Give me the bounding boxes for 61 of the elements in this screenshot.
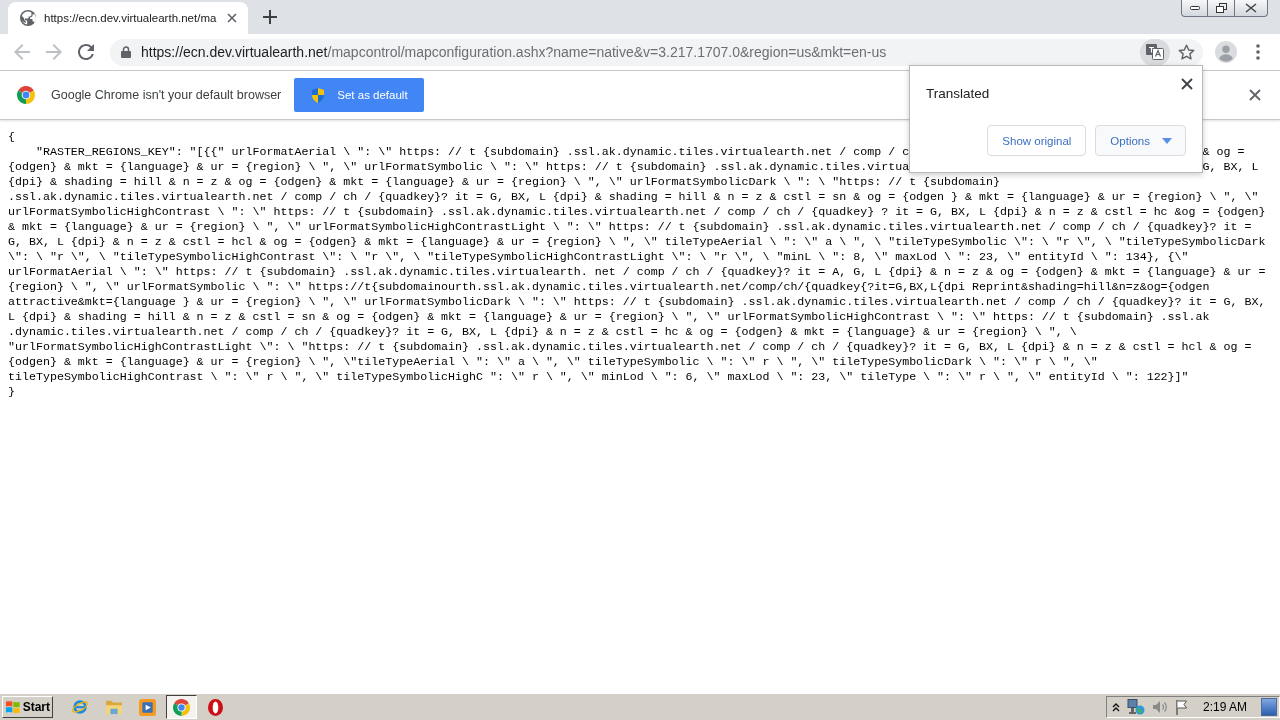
code-text: tileTypeSymbolicHighContrast \ ": \" r \ ", \" tileTypeSymbolicHighC ": \" r \ ", \" minLod \ ": 6, \" maxLod \ ": 23, \" tileType \ ": \" r \ ", \" entityId \ ": 122}]" — [8, 370, 1189, 383]
network-icon[interactable] — [1127, 699, 1145, 715]
code-text: "RASTER_REGIONS_KEY": "[{{" urlFormatAerial \ ": \" https: // t {subdomain} .ssl.ak.dynamic.tiles.virtualearth.net / comp / c — [35, 144, 910, 159]
code-text: urlFormatSymbolicHighContrast \ ": \" https: // t {subdomain} .ssl.ak.dynamic.tiles.virtualearth.net / comp / ch / {quadkey} ? it = G, BX, L {dpi} & n = z & cstl = hc &og = {odgen} — [8, 205, 1266, 218]
code-text: G, BX, L {dpi} & n = z & cstl = hcl & og = {odgen} & mkt = {language} & ur = {region} \ ", \" tileTypeAerial \ ": \" a \ ", \ "tileTypeSymbolic \": \ "r \", \ "tileTypeSymbolicDark — [8, 235, 1266, 248]
restore-icon — [1215, 3, 1227, 13]
close-icon[interactable] — [1249, 89, 1261, 101]
close-icon[interactable] — [1181, 78, 1193, 90]
start-button[interactable]: Start — [2, 696, 53, 718]
chrome-logo-icon — [17, 86, 35, 104]
windows-flag-icon — [5, 699, 21, 715]
code-text: { — [8, 130, 15, 143]
shield-icon — [310, 87, 327, 103]
window-close-button[interactable] — [1235, 0, 1268, 17]
clock-text: 2:19 AM — [1203, 700, 1248, 714]
close-icon[interactable] — [227, 13, 238, 23]
code-text: } — [8, 385, 15, 398]
media-player-icon — [139, 698, 156, 716]
code-text: & og = — [1202, 144, 1245, 159]
close-icon — [1245, 3, 1257, 13]
up-chevron-icon[interactable] — [1112, 702, 1120, 712]
code-text: "urlFormatSymbolicHighContrastLight \": \ "https: // t {subdomain} .ssl.ak.dynamic.tiles.virtualearth.net / comp / ch / {quadkey}? it = G, BX, L {dpi} & n = z & cstl = hcl & og = — [8, 340, 1252, 353]
url-text: https://ecn.dev.virtualearth.net/mapcontrol/mapconfiguration.ashx?name=native&v=3.217.1707.0&region=us&mkt=en-us — [141, 44, 887, 60]
code-text: L {dpi} & shading = hill & n = z & cstl = sn & og = {odgen} & mkt = {language} & ur = {region} \ ", \" urlFormatSymbolicHighContrast \ ": \" https: // t {subdomain} .ssl.ak — [8, 310, 1210, 323]
translate-icon — [1146, 44, 1164, 60]
code-text: \": \ "r \", \ "tileTypeSymbolicHighContrast \": \ "r \", \ "tileTypeSymbolicHighContrastLight \": \ "r \", \ "minL \ ": 8, \" maxLod \ ": 23, \" entityId \ ": 134}, {\" — [8, 250, 1189, 263]
code-text: .dynamic.tiles.virtualearth.net / comp / ch / {quadkey}? it = G, BX, L {dpi} & n = z & cstl = hc & og = {odgen} & mkt = {language} & ur = {region} \ ", \ — [8, 325, 1077, 338]
code-text: & mkt = {language} & ur = {region} \ ", \" urlFormatSymbolicHighContrastLight \ ": \" https: // t {subdomain} .ssl.ak.dynamic.tiles.virtualearth.net / comp / ch / {quadkey}? it = — [8, 220, 1252, 233]
folder-icon — [104, 699, 123, 715]
avatar-icon[interactable] — [1215, 41, 1237, 63]
new-tab-icon[interactable] — [263, 10, 278, 24]
address-bar[interactable]: https://ecn.dev.virtualearth.net/mapcontrol/mapconfiguration.ashx?name=native&v=3.217.1707.0&region=us&mkt=en-us — [110, 38, 1203, 66]
star-icon[interactable] — [1178, 43, 1195, 61]
set-as-default-button[interactable]: Set as default — [294, 78, 424, 112]
code-text: G, BX, L — [1202, 159, 1259, 174]
lock-icon — [121, 46, 131, 58]
code-text: {dpi} & shading = hill & n = z & og = {odgen} & mkt = {language} & ur = {region} \ ", \" urlFormatSymbolicDark \ ": \ "https: // t {subdomain} — [8, 175, 1000, 188]
code-text: {odgen} & mkt = {language} & ur = {region} \ ", \" urlFormatSymbolic \ ": \" https: // t {subdomain} .ssl.ak.dynamic.tiles.virtua — [8, 159, 910, 174]
code-text: {odgen} & mkt = {language} & ur = {region} \ ", \"tileTypeAerial \ ": \" a \ ", \" tileTypeSymbolic \ ": \" r \ ", \" tileTypeSymbolicDark \ ": \" r \ ", \" — [8, 355, 1098, 368]
taskbar-button[interactable] — [166, 695, 197, 719]
browser-tab[interactable]: https://ecn.dev.virtualearth.net/ma — [8, 2, 249, 34]
popup-title: Translated — [926, 85, 990, 103]
code-text: urlFormatAerial \ ": \" https: // t {subdomain} .ssl.ak.dynamic.tiles.virtualearth. net / comp / ch / {quadkey}? it = A, G, L {dpi} & n = z & og = {odgen} & mkt = {language} & ur = — [8, 265, 1266, 278]
menu-icon[interactable] — [1256, 44, 1260, 60]
e-logo-icon — [70, 698, 89, 716]
dropdown-button[interactable]: Options — [1095, 125, 1186, 156]
ring-logo-icon — [208, 698, 223, 716]
text-button[interactable]: Show original — [987, 125, 1087, 156]
dropdown-arrow-icon — [1162, 137, 1172, 144]
globe-icon — [20, 10, 36, 26]
chrome-logo-icon — [173, 698, 190, 716]
flag-icon[interactable] — [1175, 699, 1189, 715]
code-text: attractive&mkt={language } & ur = {region} \ ", \" urlFormatSymbolicDark \ ": \" https: // t {subdomain} .ssl.ak.dynamic.tiles.virtualearth.net / comp / ch / {quadkey}? it = G, BX, — [8, 295, 1266, 308]
minimize-button[interactable] — [1181, 0, 1208, 17]
reload-icon[interactable] — [78, 44, 94, 60]
minimize-icon — [1189, 6, 1200, 10]
code-text: .ssl.ak.dynamic.tiles.virtualearth.net / comp / ch / {quadkey}? it = G, BX, L {dpi} & shading = hill & n = z & cstl = sn & og = {odgen } & mkt = {language} & ur = {region} \ ", \" — [8, 190, 1259, 203]
translate-button[interactable] — [1140, 38, 1170, 66]
restore-button[interactable] — [1208, 0, 1235, 17]
default-browser-message: Google Chrome isn't your default browser — [51, 88, 282, 102]
code-text: {region} \ ", \" urlFormatSymbolic \ ": \" https://t{subdomainourth.ssl.ak.dynamic.tiles.virtualearth.net/comp/ch/{quadkey{?it=G,BX,L{dpi Reprint&shading=hill&n=z&og={odgen — [8, 280, 1210, 293]
